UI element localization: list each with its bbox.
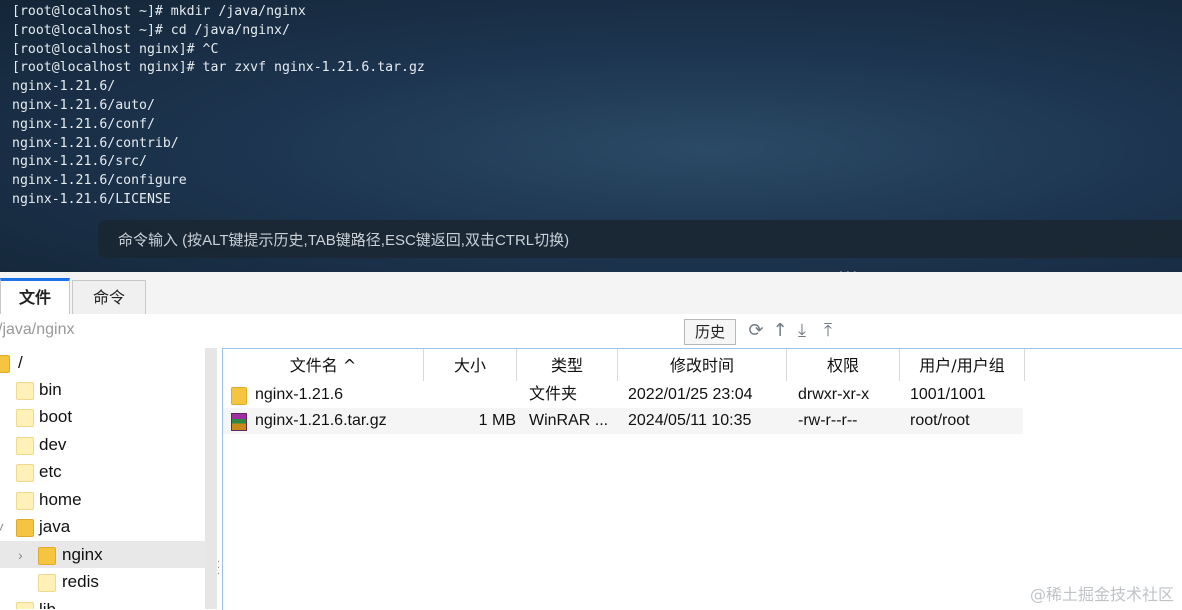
watermark: @稀土掘金技术社区 bbox=[1029, 585, 1174, 604]
winrar-archive-icon bbox=[231, 413, 247, 431]
tab-bar: 文件 命令 bbox=[0, 272, 1182, 317]
tree-item-label: etc bbox=[39, 462, 62, 481]
terminal-line: nginx-1.21.6/auto/ bbox=[12, 97, 155, 113]
terminal-line: nginx-1.21.6/contrib/ bbox=[12, 135, 179, 151]
tree-item-label: home bbox=[39, 490, 82, 509]
terminal-line: [root@localhost nginx]# tar zxvf nginx-1… bbox=[12, 60, 425, 76]
file-type: 文件夹 bbox=[529, 386, 578, 403]
history-button[interactable]: 历史 bbox=[684, 319, 736, 345]
file-type: WinRAR ... bbox=[529, 412, 609, 429]
tree-item-label: boot bbox=[39, 407, 73, 426]
file-permissions: drwxr-xr-x bbox=[798, 386, 870, 403]
column-header-modified[interactable]: 修改时间 bbox=[618, 349, 787, 381]
terminal-line: nginx-1.21.6/src/ bbox=[12, 154, 147, 170]
splitter-handle[interactable]: · · · bbox=[217, 558, 220, 580]
folder-icon bbox=[231, 387, 247, 405]
terminal-panel[interactable]: [root@localhost ~]# mkdir /java/nginx [r… bbox=[0, 0, 1182, 272]
tree-item-label: bin bbox=[39, 380, 62, 399]
tree-item-label: nginx bbox=[62, 545, 103, 564]
file-owner: root/root bbox=[910, 412, 970, 429]
directory-tree: / bin boot dev etc home ˅ java › nginx r… bbox=[0, 348, 205, 609]
tab-commands-label: 命令 bbox=[92, 288, 125, 307]
column-header-size[interactable]: 大小 bbox=[424, 349, 517, 381]
column-header-label: 用户/用户组 bbox=[919, 356, 1005, 375]
tree-item-label: lib bbox=[39, 597, 56, 609]
column-header-type[interactable]: 类型 bbox=[517, 349, 618, 381]
folder-icon bbox=[16, 602, 34, 609]
up-directory-icon[interactable]: ↑ bbox=[770, 321, 790, 341]
path-bar: /java/nginx 历史 ⟳ ↑ ⤓ ⤒ bbox=[0, 314, 1182, 348]
tree-item-label: redis bbox=[62, 572, 99, 591]
terminal-output: [root@localhost ~]# mkdir /java/nginx [r… bbox=[12, 3, 425, 210]
file-name: nginx-1.21.6 bbox=[255, 386, 344, 403]
tree-item-root[interactable]: / bbox=[0, 350, 205, 376]
folder-icon bbox=[16, 437, 34, 455]
tree-item-java[interactable]: ˅ java bbox=[0, 514, 205, 540]
tree-item-bin[interactable]: bin bbox=[0, 377, 205, 403]
tab-files[interactable]: 文件 bbox=[0, 278, 70, 317]
tree-item-label: java bbox=[39, 517, 71, 536]
column-header-label: 权限 bbox=[826, 356, 859, 375]
upload-icon[interactable]: ⤒ bbox=[818, 321, 838, 341]
terminal-line: nginx-1.21.6/configure bbox=[12, 173, 187, 189]
column-header-label: 文件名 ^ bbox=[289, 356, 357, 375]
tree-item-label: dev bbox=[39, 435, 67, 454]
file-modified: 2022/01/25 23:04 bbox=[628, 386, 753, 403]
tree-item-dev[interactable]: dev bbox=[0, 432, 205, 458]
file-modified: 2024/05/11 10:35 bbox=[628, 412, 752, 429]
terminal-line: nginx-1.21.6/LICENSE bbox=[12, 191, 171, 207]
tree-scrollbar[interactable] bbox=[205, 348, 217, 609]
terminal-line: [root@localhost ~]# mkdir /java/nginx bbox=[12, 4, 306, 19]
tree-item-redis[interactable]: redis bbox=[0, 569, 205, 595]
file-owner: 1001/1001 bbox=[910, 386, 986, 403]
tab-commands[interactable]: 命令 bbox=[72, 280, 146, 314]
terminal-line: nginx-1.21.6/conf/ bbox=[12, 116, 155, 132]
folder-icon bbox=[38, 574, 56, 592]
tree-item-etc[interactable]: etc bbox=[0, 459, 205, 485]
folder-icon bbox=[38, 547, 56, 565]
folder-icon bbox=[16, 464, 34, 482]
folder-icon bbox=[16, 492, 34, 510]
column-header-owner[interactable]: 用户/用户组 bbox=[900, 349, 1025, 381]
file-row[interactable]: nginx-1.21.6.tar.gz 1 MB WinRAR ... 2024… bbox=[223, 408, 1023, 434]
column-header-permissions[interactable]: 权限 bbox=[787, 349, 900, 381]
tree-item-label: / bbox=[18, 353, 23, 372]
chevron-right-icon[interactable]: › bbox=[18, 542, 23, 568]
tree-item-boot[interactable]: boot bbox=[0, 404, 205, 430]
command-input-hint: 命令输入 (按ALT键提示历史,TAB键路径,ESC键返回,双击CTRL切换) bbox=[118, 232, 570, 249]
current-path[interactable]: /java/nginx bbox=[0, 321, 75, 339]
file-size: 1 MB bbox=[478, 412, 516, 429]
file-list: 文件名 ^ 大小 类型 修改时间 权限 用户/用户组 nginx-1.21.6 … bbox=[222, 348, 1182, 610]
terminal-line: [root@localhost ~]# cd /java/nginx/ bbox=[12, 22, 290, 38]
column-header-label: 大小 bbox=[453, 356, 486, 375]
tree-item-lib[interactable]: lib bbox=[0, 597, 205, 609]
file-list-header: 文件名 ^ 大小 类型 修改时间 权限 用户/用户组 bbox=[223, 349, 1182, 381]
file-name: nginx-1.21.6.tar.gz bbox=[255, 412, 387, 429]
tab-files-label: 文件 bbox=[18, 288, 51, 307]
download-icon[interactable]: ⤓ bbox=[792, 321, 812, 341]
tree-item-nginx[interactable]: › nginx bbox=[0, 542, 205, 568]
terminal-line: [root@localhost nginx]# ^C bbox=[12, 41, 219, 57]
column-header-name[interactable]: 文件名 ^ bbox=[223, 349, 424, 381]
folder-icon bbox=[16, 519, 34, 537]
tree-item-home[interactable]: home bbox=[0, 487, 205, 513]
column-header-label: 修改时间 bbox=[669, 356, 734, 375]
column-header-label: 类型 bbox=[550, 356, 583, 375]
folder-icon bbox=[16, 382, 34, 400]
terminal-line: nginx-1.21.6/ bbox=[12, 79, 116, 95]
file-permissions: -rw-r--r-- bbox=[798, 412, 858, 429]
refresh-icon[interactable]: ⟳ bbox=[746, 321, 766, 341]
chevron-down-icon[interactable]: ˅ bbox=[0, 514, 4, 540]
folder-icon bbox=[0, 355, 10, 373]
file-row[interactable]: nginx-1.21.6 文件夹 2022/01/25 23:04 drwxr-… bbox=[223, 382, 1023, 408]
folder-icon bbox=[16, 409, 34, 427]
command-input-bar[interactable]: 命令输入 (按ALT键提示历史,TAB键路径,ESC键返回,双击CTRL切换) bbox=[98, 220, 1182, 258]
